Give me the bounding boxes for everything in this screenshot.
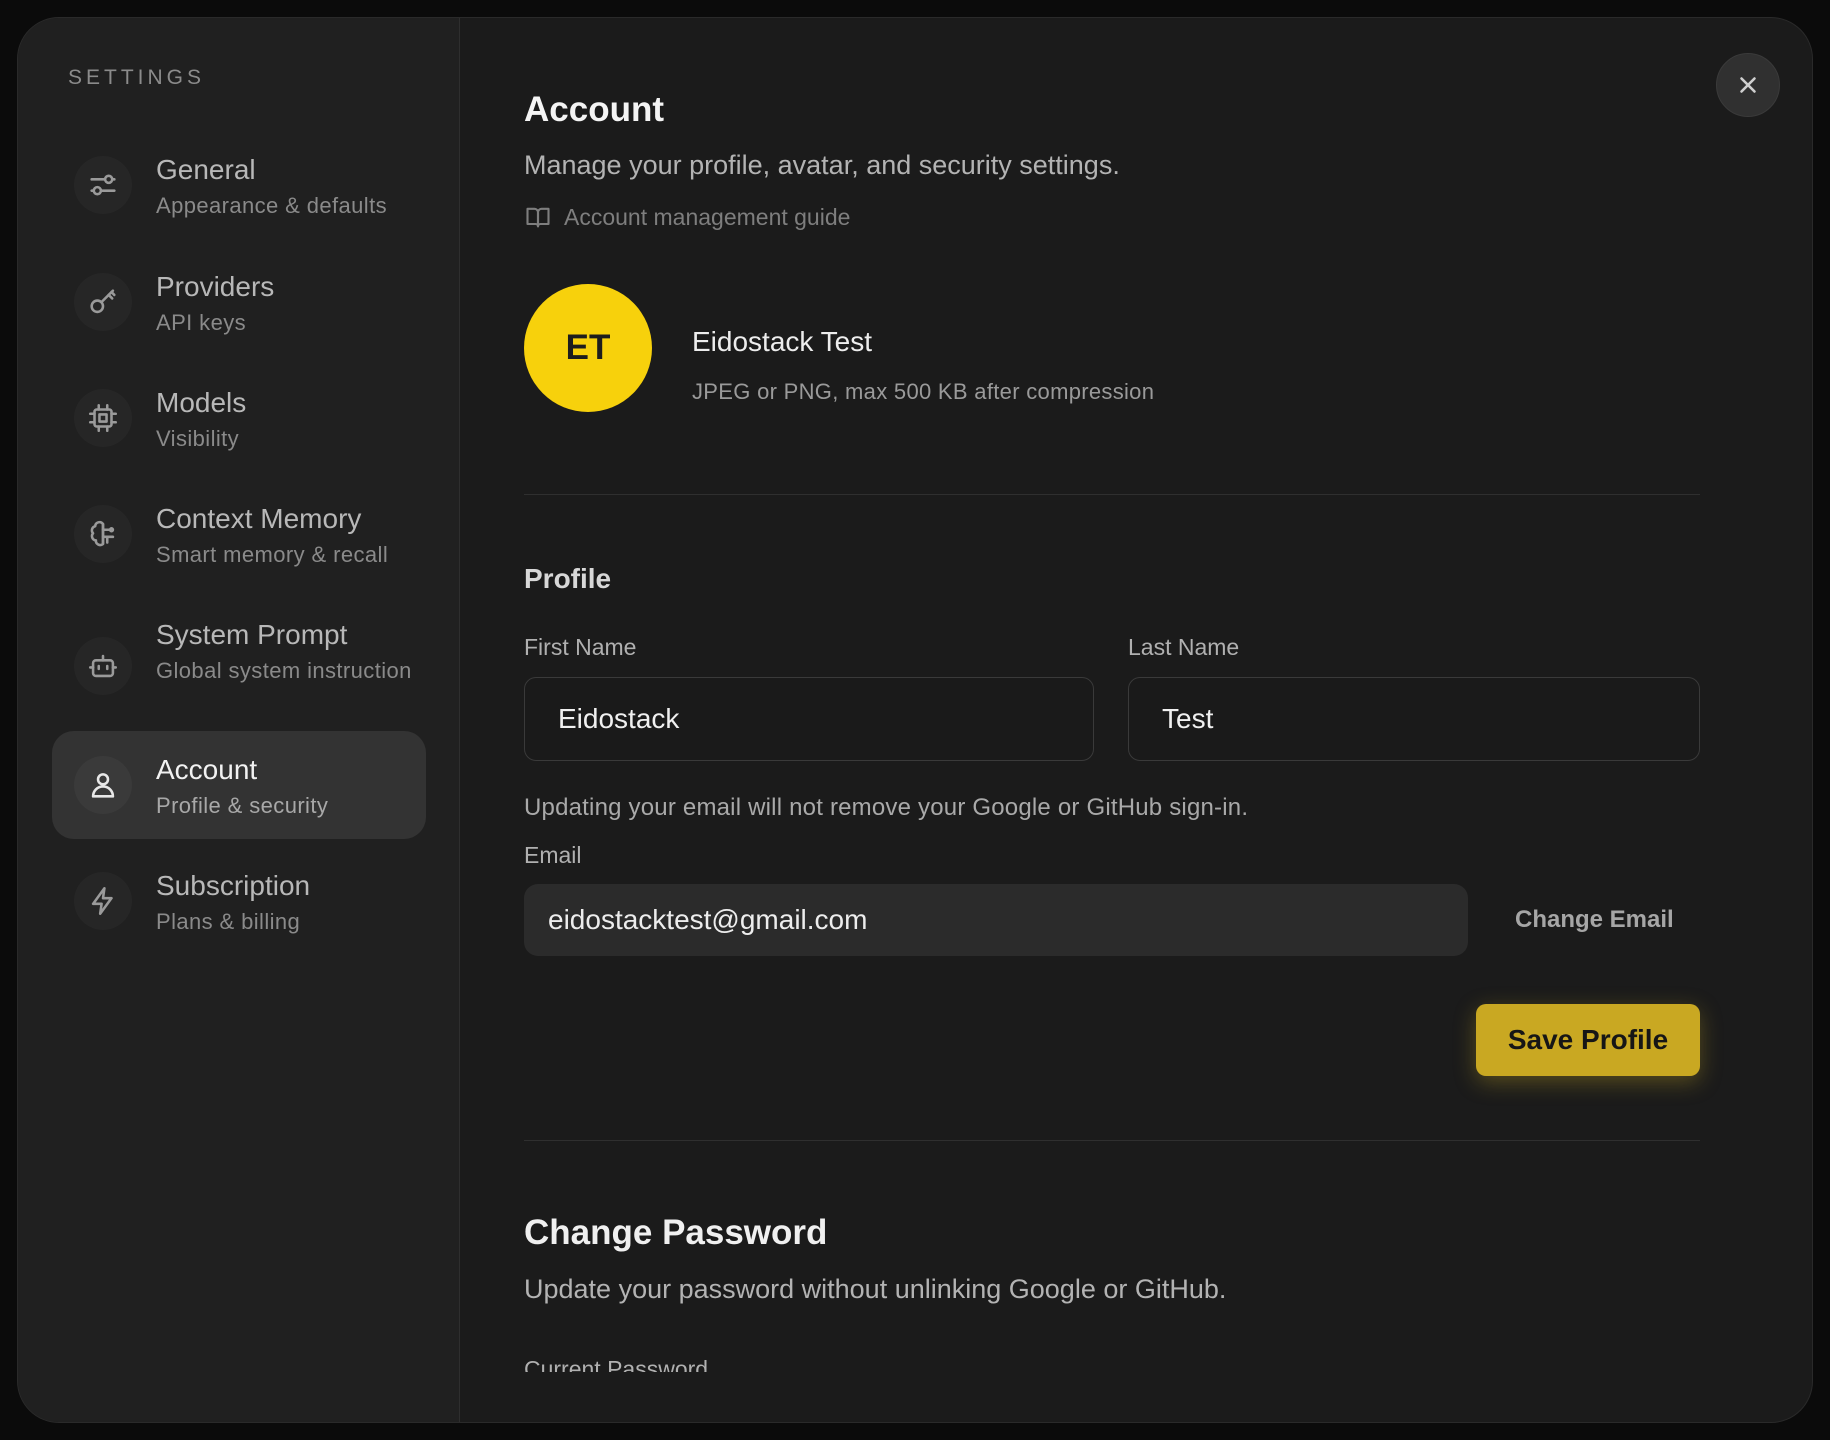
guide-link-label: Account management guide xyxy=(564,203,851,230)
close-button[interactable] xyxy=(1716,53,1780,117)
divider xyxy=(524,1140,1700,1141)
sidebar-item-subtitle: Appearance & defaults xyxy=(156,193,387,218)
settings-content: Account Manage your profile, avatar, and… xyxy=(460,18,1812,1422)
sidebar-heading: SETTINGS xyxy=(68,66,206,89)
sidebar-item-title: Account xyxy=(156,754,258,785)
sidebar-item-context-memory[interactable]: Context Memory Smart memory & recall xyxy=(52,480,426,588)
email-field[interactable] xyxy=(524,884,1468,956)
brain-icon xyxy=(74,505,132,563)
current-password-label: Current Password xyxy=(524,1356,709,1372)
sidebar-item-general[interactable]: General Appearance & defaults xyxy=(52,131,426,239)
key-icon xyxy=(74,273,132,331)
divider xyxy=(524,494,1700,495)
sidebar-item-title: Models xyxy=(156,387,247,418)
settings-sidebar: SETTINGS General Appearance & defaults P… xyxy=(18,18,460,1422)
sidebar-item-subtitle: Visibility xyxy=(156,426,240,451)
first-name-label: First Name xyxy=(524,634,637,660)
bot-icon xyxy=(74,637,132,695)
sidebar-item-subscription[interactable]: Subscription Plans & billing xyxy=(52,847,426,955)
change-password-description: Update your password without unlinking G… xyxy=(524,1274,1227,1304)
close-icon xyxy=(1740,77,1756,93)
sidebar-item-title: General xyxy=(156,154,256,185)
sidebar-item-providers[interactable]: Providers API keys xyxy=(52,248,426,356)
email-note: Updating your email will not remove your… xyxy=(524,794,1249,821)
book-icon xyxy=(526,207,550,228)
profile-section-title: Profile xyxy=(524,563,612,594)
guide-link[interactable]: Account management guide xyxy=(524,203,850,231)
email-label: Email xyxy=(524,842,582,868)
sidebar-item-subtitle: Plans & billing xyxy=(156,909,301,934)
save-profile-button[interactable]: Save Profile xyxy=(1476,1004,1700,1076)
sidebar-item-title: Subscription xyxy=(156,870,311,901)
sidebar-item-subtitle: API keys xyxy=(156,310,247,335)
last-name-input[interactable] xyxy=(1128,677,1700,761)
user-name: Eidostack Test xyxy=(692,326,873,357)
sliders-icon xyxy=(74,156,132,214)
last-name-label: Last Name xyxy=(1128,634,1240,660)
sidebar-item-title: Providers xyxy=(156,271,275,302)
page-title: Account xyxy=(524,90,664,129)
settings-modal: SETTINGS General Appearance & defaults P… xyxy=(17,17,1813,1423)
avatar-initials: ET xyxy=(565,328,611,367)
sidebar-item-subtitle: Global system instruction xyxy=(156,658,412,683)
sidebar-item-models[interactable]: Models Visibility xyxy=(52,364,426,472)
change-email-button[interactable]: Change Email xyxy=(1515,906,1674,934)
page-description: Manage your profile, avatar, and securit… xyxy=(524,150,1120,180)
current-password-label-clip: Current Password xyxy=(524,1354,924,1372)
avatar[interactable]: ET xyxy=(524,284,652,412)
sidebar-item-title: System Prompt xyxy=(156,619,348,650)
avatar-upload-hint: JPEG or PNG, max 500 KB after compressio… xyxy=(692,379,1155,404)
first-name-input[interactable] xyxy=(524,677,1094,761)
sidebar-item-subtitle: Profile & security xyxy=(156,793,329,818)
sidebar-item-subtitle: Smart memory & recall xyxy=(156,542,389,567)
lightning-icon xyxy=(74,872,132,930)
user-icon xyxy=(74,756,132,814)
change-password-title: Change Password xyxy=(524,1213,828,1252)
cpu-icon xyxy=(74,389,132,447)
sidebar-item-system-prompt[interactable]: System Prompt Global system instruction xyxy=(52,596,426,736)
sidebar-item-account[interactable]: Account Profile & security xyxy=(52,731,426,839)
sidebar-item-title: Context Memory xyxy=(156,503,362,534)
